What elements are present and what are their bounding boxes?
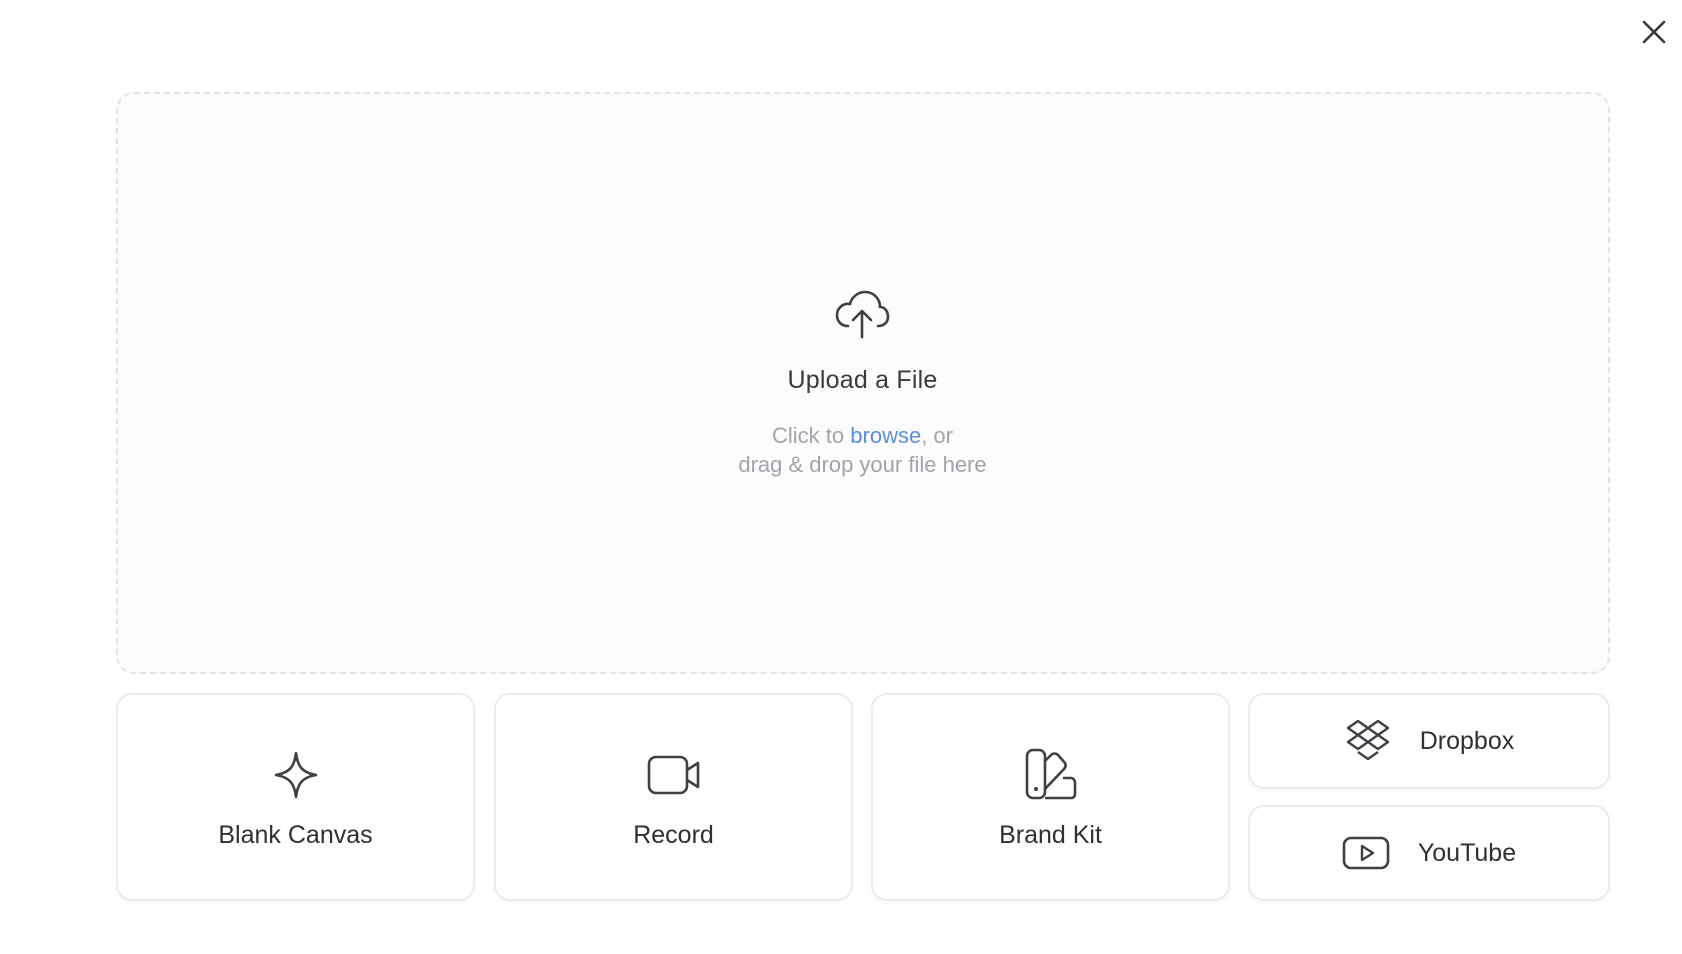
- upload-instructions-suffix: , or: [921, 423, 953, 448]
- youtube-label: YouTube: [1417, 838, 1517, 867]
- youtube-button[interactable]: YouTube: [1248, 805, 1610, 901]
- close-icon: [1641, 19, 1667, 45]
- dropbox-icon: [1344, 717, 1392, 765]
- brand-kit-button[interactable]: Brand Kit: [871, 693, 1230, 901]
- swatch-book-icon: [1023, 747, 1079, 803]
- youtube-icon: [1342, 829, 1390, 877]
- record-button[interactable]: Record: [494, 693, 853, 901]
- record-label: Record: [633, 821, 714, 849]
- cloud-upload-icon: [834, 290, 890, 340]
- upload-modal: Upload a File Click to browse, or drag &…: [0, 0, 1682, 954]
- browse-link[interactable]: browse: [850, 423, 921, 448]
- close-button[interactable]: [1636, 14, 1672, 50]
- blank-canvas-button[interactable]: Blank Canvas: [116, 693, 475, 901]
- brand-kit-label: Brand Kit: [999, 821, 1102, 849]
- dropbox-button[interactable]: Dropbox: [1248, 693, 1610, 789]
- blank-canvas-label: Blank Canvas: [218, 821, 373, 849]
- upload-instructions: Click to browse, or drag & drop your fil…: [0, 421, 1682, 479]
- upload-instructions-prefix: Click to: [772, 423, 851, 448]
- upload-title: Upload a File: [787, 366, 938, 394]
- sparkle-icon: [268, 747, 324, 803]
- upload-instructions-line2: drag & drop your file here: [738, 452, 987, 477]
- video-camera-icon: [646, 747, 702, 803]
- dropbox-label: Dropbox: [1419, 726, 1515, 755]
